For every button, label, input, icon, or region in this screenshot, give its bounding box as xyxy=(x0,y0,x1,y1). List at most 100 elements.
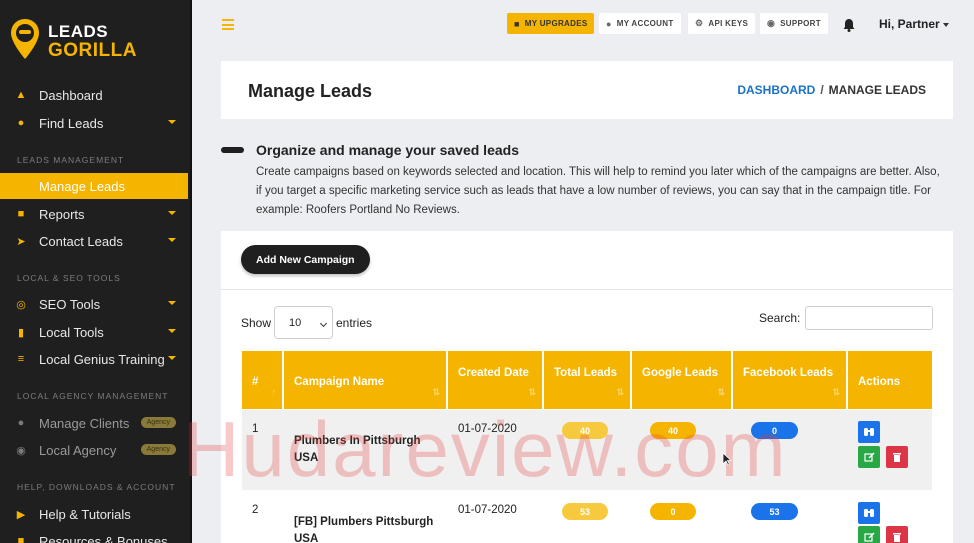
edit-icon xyxy=(863,531,875,542)
chevron-down-icon xyxy=(168,120,176,124)
column-header-campaign-name[interactable]: Campaign Name ⇅ xyxy=(284,351,446,409)
bell-icon[interactable] xyxy=(843,18,855,32)
breadcrumb-dashboard-link[interactable]: DASHBOARD xyxy=(737,83,815,97)
globe-icon: ◉ xyxy=(16,444,26,457)
users-icon: ● xyxy=(17,417,25,429)
google-leads-badge: 0 xyxy=(650,503,696,520)
sidebar-item-label: Local Genius Training xyxy=(39,351,165,367)
chevron-down-icon xyxy=(168,329,176,333)
total-leads-badge: 53 xyxy=(562,503,608,520)
google-leads-badge: 40 xyxy=(650,422,696,439)
sidebar-item-manage-clients[interactable]: ● Manage Clients Agency xyxy=(0,410,188,436)
brand-logo[interactable]: LEADS GORILLA xyxy=(8,12,183,62)
sidebar-item-dashboard[interactable]: ▲ Dashboard xyxy=(0,82,188,108)
search-label: Search: xyxy=(759,311,801,325)
sort-icon: ⇅ xyxy=(528,387,536,397)
sort-icon: ⇅ xyxy=(717,387,725,397)
sidebar-item-label: Help & Tutorials xyxy=(39,506,131,522)
chevron-down-icon xyxy=(942,22,949,27)
facebook-leads-badge: 53 xyxy=(751,503,798,520)
section-label-help: HELP, DOWNLOADS & ACCOUNT xyxy=(17,482,176,492)
sidebar-item-label: Dashboard xyxy=(39,87,103,103)
row-created-date: 01-07-2020 xyxy=(458,504,517,516)
sidebar-item-local-agency[interactable]: ◉ Local Agency Agency xyxy=(0,437,188,463)
trash-icon xyxy=(893,532,901,542)
sidebar-item-label: Find Leads xyxy=(39,115,104,131)
user-menu[interactable]: Hi, Partner xyxy=(879,17,949,31)
sort-icon: ⇅ xyxy=(432,387,440,397)
row-campaign-name[interactable]: Plumbers In Pittsburgh USA xyxy=(294,433,444,467)
sort-icon: ⇅ xyxy=(616,387,624,397)
facebook-leads-badge: 0 xyxy=(751,422,798,439)
section-label-leads: LEADS MANAGEMENT xyxy=(17,155,125,165)
sidebar-item-manage-leads[interactable]: Manage Leads xyxy=(0,173,188,199)
target-icon: ◎ xyxy=(16,298,26,311)
sidebar-item-help-tutorials[interactable]: ▶ Help & Tutorials xyxy=(0,501,188,527)
entries-select[interactable]: 10 xyxy=(274,306,333,339)
chevron-down-icon xyxy=(319,319,328,328)
chevron-down-icon xyxy=(168,211,176,215)
list-icon: ≡ xyxy=(17,353,25,365)
user-greeting: Hi, Partner xyxy=(879,17,940,31)
delete-button[interactable] xyxy=(886,526,908,543)
edit-button[interactable] xyxy=(858,526,880,543)
sidebar-item-find-leads[interactable]: ● Find Leads xyxy=(0,110,188,136)
breadcrumb-separator: / xyxy=(820,83,824,97)
api-keys-button[interactable]: ⚙ API KEYS xyxy=(688,13,756,34)
edit-button[interactable] xyxy=(858,446,880,468)
column-header-google-leads[interactable]: Google Leads ⇅ xyxy=(632,351,731,409)
gears-icon: ⚙ xyxy=(695,18,704,28)
view-button[interactable] xyxy=(858,502,880,524)
column-header-created-date[interactable]: Created Date ⇅ xyxy=(448,351,542,409)
column-header-total-leads[interactable]: Total Leads ⇅ xyxy=(544,351,630,409)
video-icon: ▶ xyxy=(16,508,26,521)
delete-button[interactable] xyxy=(886,446,908,468)
my-account-button[interactable]: ● MY ACCOUNT xyxy=(599,13,681,34)
brand-line2: GORILLA xyxy=(48,40,137,61)
sidebar-item-label: Local Agency xyxy=(39,442,117,458)
menu-toggle-icon[interactable] xyxy=(222,19,234,30)
brand-line1: LEADS xyxy=(48,22,109,41)
entries-label: entries xyxy=(336,316,373,330)
sidebar-item-seo-tools[interactable]: ◎ SEO Tools xyxy=(0,291,188,317)
gift-icon: ■ xyxy=(17,535,25,543)
column-header-facebook-leads[interactable]: Facebook Leads ⇅ xyxy=(733,351,846,409)
edit-icon xyxy=(863,451,875,462)
row-num: 2 xyxy=(252,504,259,516)
info-text: Create campaigns based on keywords selec… xyxy=(256,166,940,216)
chevron-down-icon xyxy=(168,238,176,242)
support-button[interactable]: ◉ SUPPORT xyxy=(760,13,828,34)
row-created-date: 01-07-2020 xyxy=(458,423,517,435)
column-header-num[interactable]: # ↑ xyxy=(242,351,282,409)
info-title: Organize and manage your saved leads xyxy=(256,142,519,158)
sidebar-item-contact-leads[interactable]: ➤ Contact Leads xyxy=(0,228,188,254)
search-input[interactable] xyxy=(805,306,933,330)
agency-badge: Agency xyxy=(140,417,176,428)
chevron-down-icon xyxy=(168,356,176,360)
fire-icon: ▲ xyxy=(15,89,27,101)
row-campaign-name[interactable]: [FB] Plumbers Pittsburgh USA xyxy=(294,514,444,543)
agency-badge: Agency xyxy=(140,444,176,455)
mouse-cursor-icon xyxy=(722,452,732,466)
map-pin-icon: ● xyxy=(17,117,25,129)
view-button[interactable] xyxy=(858,421,880,443)
sidebar-item-label: Contact Leads xyxy=(39,233,123,249)
column-header-actions: Actions xyxy=(848,351,932,409)
total-leads-badge: 40 xyxy=(562,422,608,439)
add-new-campaign-button[interactable]: Add New Campaign xyxy=(241,245,370,274)
breadcrumb-current: MANAGE LEADS xyxy=(828,83,926,97)
section-label-agency: LOCAL AGENCY MANAGEMENT xyxy=(17,391,169,401)
sidebar-item-reports[interactable]: ■ Reports xyxy=(0,201,188,227)
page-header: Manage Leads DASHBOARD / MANAGE LEADS xyxy=(221,61,953,119)
sort-icon: ⇅ xyxy=(832,387,840,397)
info-marker xyxy=(221,147,244,153)
document-icon: ■ xyxy=(17,208,25,220)
sidebar-item-local-genius-training[interactable]: ≡ Local Genius Training xyxy=(0,346,188,372)
sidebar-item-label: SEO Tools xyxy=(39,296,101,312)
page-title: Manage Leads xyxy=(248,81,373,101)
sidebar-item-resources-bonuses[interactable]: ■ Resources & Bonuses xyxy=(0,528,188,543)
my-upgrades-button[interactable]: ■ MY UPGRADES xyxy=(507,13,595,34)
row-num: 1 xyxy=(252,423,259,435)
briefcase-icon: ▮ xyxy=(17,326,25,339)
sidebar-item-local-tools[interactable]: ▮ Local Tools xyxy=(0,319,188,345)
